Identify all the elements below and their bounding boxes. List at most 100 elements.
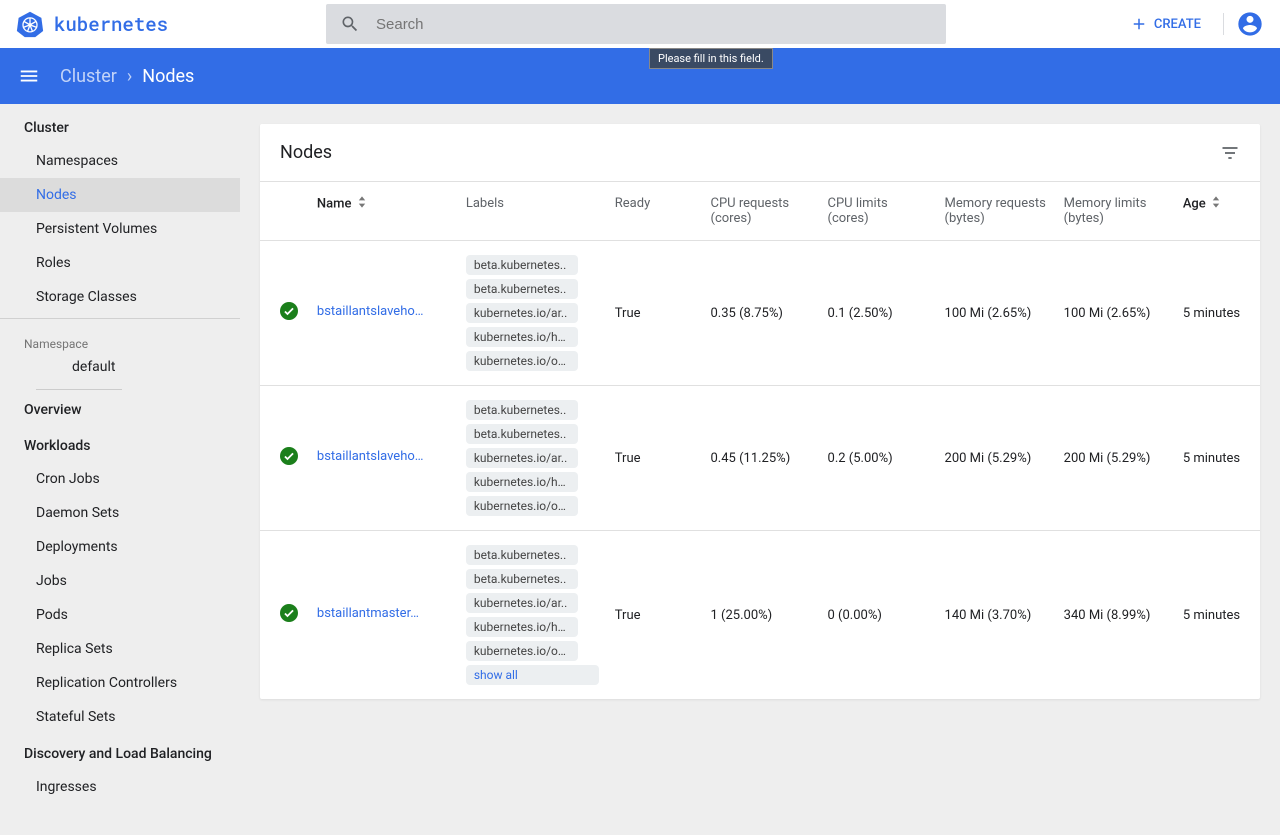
top-bar: kubernetes Please fill in this field. CR… bbox=[0, 0, 1280, 48]
cell-cpu-req: 1 (25.00%) bbox=[703, 531, 820, 700]
cell-age: 5 minutes bbox=[1175, 386, 1260, 531]
col-memory-requests: Memory requests (bytes) bbox=[937, 182, 1056, 241]
sidebar-item-namespaces[interactable]: Namespaces bbox=[0, 144, 240, 178]
filter-icon[interactable] bbox=[1220, 143, 1240, 163]
col-age[interactable]: Age bbox=[1175, 182, 1260, 241]
create-button[interactable]: CREATE bbox=[1120, 9, 1211, 39]
cell-age: 5 minutes bbox=[1175, 531, 1260, 700]
sidebar-section-workloads[interactable]: Workloads bbox=[0, 426, 240, 462]
divider bbox=[0, 318, 240, 319]
cell-cpu-req: 0.45 (11.25%) bbox=[703, 386, 820, 531]
node-link[interactable]: bstaillantslaveho… bbox=[317, 304, 424, 319]
sidebar-item-jobs[interactable]: Jobs bbox=[0, 564, 240, 598]
col-memory-limits: Memory limits (bytes) bbox=[1056, 182, 1175, 241]
label-chip: beta.kubernetes.. bbox=[466, 424, 578, 444]
status-ok-icon bbox=[280, 447, 298, 465]
namespace-label: Namespace bbox=[0, 323, 240, 353]
sidebar-item-stateful-sets[interactable]: Stateful Sets bbox=[0, 700, 240, 734]
sidebar-item-persistent-volumes[interactable]: Persistent Volumes bbox=[0, 212, 240, 246]
cell-age: 5 minutes bbox=[1175, 241, 1260, 386]
labels: beta.kubernetes.. beta.kubernetes.. kubern… bbox=[466, 400, 599, 516]
label-chip: kubernetes.io/o… bbox=[466, 496, 578, 516]
labels: beta.kubernetes.. beta.kubernetes.. kubern… bbox=[466, 545, 599, 685]
card-title: Nodes bbox=[280, 142, 332, 163]
sidebar-item-storage-classes[interactable]: Storage Classes bbox=[0, 280, 240, 314]
sidebar-section-cluster[interactable]: Cluster bbox=[0, 108, 240, 144]
sidebar-item-ingresses[interactable]: Ingresses bbox=[0, 770, 240, 804]
table-row: bstaillantslaveho… beta.kubernetes..beta… bbox=[260, 241, 1260, 386]
breadcrumb: Cluster › Nodes bbox=[60, 66, 194, 87]
sidebar-item-pods[interactable]: Pods bbox=[0, 598, 240, 632]
menu-icon[interactable] bbox=[18, 65, 40, 87]
cell-cpu-req: 0.35 (8.75%) bbox=[703, 241, 820, 386]
account-icon[interactable] bbox=[1236, 10, 1264, 38]
cell-ready: True bbox=[607, 386, 703, 531]
search-tooltip: Please fill in this field. bbox=[649, 48, 773, 69]
node-link[interactable]: bstaillantmaster… bbox=[317, 606, 419, 621]
cell-cpu-lim: 0.2 (5.00%) bbox=[820, 386, 937, 531]
namespace-selected: default bbox=[72, 359, 116, 375]
label-chip: beta.kubernetes.. bbox=[466, 545, 578, 565]
sidebar-item-replication-controllers[interactable]: Replication Controllers bbox=[0, 666, 240, 700]
label-chip: beta.kubernetes.. bbox=[466, 279, 578, 299]
breadcrumb-page: Nodes bbox=[142, 66, 194, 87]
sort-icon bbox=[1212, 196, 1222, 212]
sidebar-item-cron-jobs[interactable]: Cron Jobs bbox=[0, 462, 240, 496]
col-cpu-requests: CPU requests (cores) bbox=[703, 182, 820, 241]
cell-mem-lim: 200 Mi (5.29%) bbox=[1056, 386, 1175, 531]
label-chip: kubernetes.io/h… bbox=[466, 617, 578, 637]
search-box[interactable]: Please fill in this field. bbox=[326, 4, 946, 44]
breadcrumb-root[interactable]: Cluster bbox=[60, 66, 117, 87]
table-row: bstaillantslaveho… beta.kubernetes..beta… bbox=[260, 386, 1260, 531]
cell-mem-req: 200 Mi (5.29%) bbox=[937, 386, 1056, 531]
card-header: Nodes bbox=[260, 124, 1260, 181]
cell-cpu-lim: 0 (0.00%) bbox=[820, 531, 937, 700]
content-area: Nodes Name Labels Ready bbox=[240, 104, 1280, 835]
label-chip: beta.kubernetes.. bbox=[466, 569, 578, 589]
labels: beta.kubernetes.. beta.kubernetes.. kubern… bbox=[466, 255, 599, 371]
col-status bbox=[260, 182, 309, 241]
col-name[interactable]: Name bbox=[309, 182, 458, 241]
cell-ready: True bbox=[607, 531, 703, 700]
show-all-labels[interactable]: show all bbox=[466, 665, 599, 685]
plus-icon bbox=[1130, 15, 1148, 33]
col-labels: Labels bbox=[458, 182, 607, 241]
breadcrumb-bar: Cluster › Nodes bbox=[0, 48, 1280, 104]
sidebar-section-overview[interactable]: Overview bbox=[0, 390, 240, 426]
search-icon bbox=[340, 14, 360, 34]
node-link[interactable]: bstaillantslaveho… bbox=[317, 449, 424, 464]
label-chip: beta.kubernetes.. bbox=[466, 400, 578, 420]
sidebar: Cluster Namespaces Nodes Persistent Volu… bbox=[0, 104, 240, 835]
label-chip: kubernetes.io/o… bbox=[466, 351, 578, 371]
label-chip: kubernetes.io/ar.. bbox=[466, 593, 578, 613]
namespace-select[interactable]: default bbox=[36, 353, 122, 390]
sidebar-item-replica-sets[interactable]: Replica Sets bbox=[0, 632, 240, 666]
topbar-actions: CREATE bbox=[1120, 9, 1264, 39]
sidebar-item-roles[interactable]: Roles bbox=[0, 246, 240, 280]
label-chip: kubernetes.io/ar.. bbox=[466, 303, 578, 323]
cell-mem-lim: 340 Mi (8.99%) bbox=[1056, 531, 1175, 700]
cell-ready: True bbox=[607, 241, 703, 386]
sidebar-item-daemon-sets[interactable]: Daemon Sets bbox=[0, 496, 240, 530]
create-label: CREATE bbox=[1154, 17, 1201, 32]
label-chip: kubernetes.io/ar.. bbox=[466, 448, 578, 468]
sidebar-item-deployments[interactable]: Deployments bbox=[0, 530, 240, 564]
col-ready: Ready bbox=[607, 182, 703, 241]
label-chip: kubernetes.io/h… bbox=[466, 327, 578, 347]
sidebar-item-nodes[interactable]: Nodes bbox=[0, 178, 240, 212]
col-cpu-limits: CPU limits (cores) bbox=[820, 182, 937, 241]
nodes-table: Name Labels Ready CPU requests (cores) C… bbox=[260, 181, 1260, 699]
chevron-right-icon: › bbox=[127, 66, 132, 87]
cell-mem-req: 140 Mi (3.70%) bbox=[937, 531, 1056, 700]
sort-icon bbox=[358, 196, 368, 212]
search-input[interactable] bbox=[376, 16, 932, 33]
divider bbox=[1223, 13, 1224, 35]
status-ok-icon bbox=[280, 302, 298, 320]
sidebar-section-discovery[interactable]: Discovery and Load Balancing bbox=[0, 734, 240, 770]
table-row: bstaillantmaster… beta.kubernetes..beta.… bbox=[260, 531, 1260, 700]
label-chip: kubernetes.io/o… bbox=[466, 641, 578, 661]
label-chip: beta.kubernetes.. bbox=[466, 255, 578, 275]
label-chip: kubernetes.io/h… bbox=[466, 472, 578, 492]
logo[interactable]: kubernetes bbox=[16, 10, 326, 38]
logo-text: kubernetes bbox=[54, 12, 168, 37]
